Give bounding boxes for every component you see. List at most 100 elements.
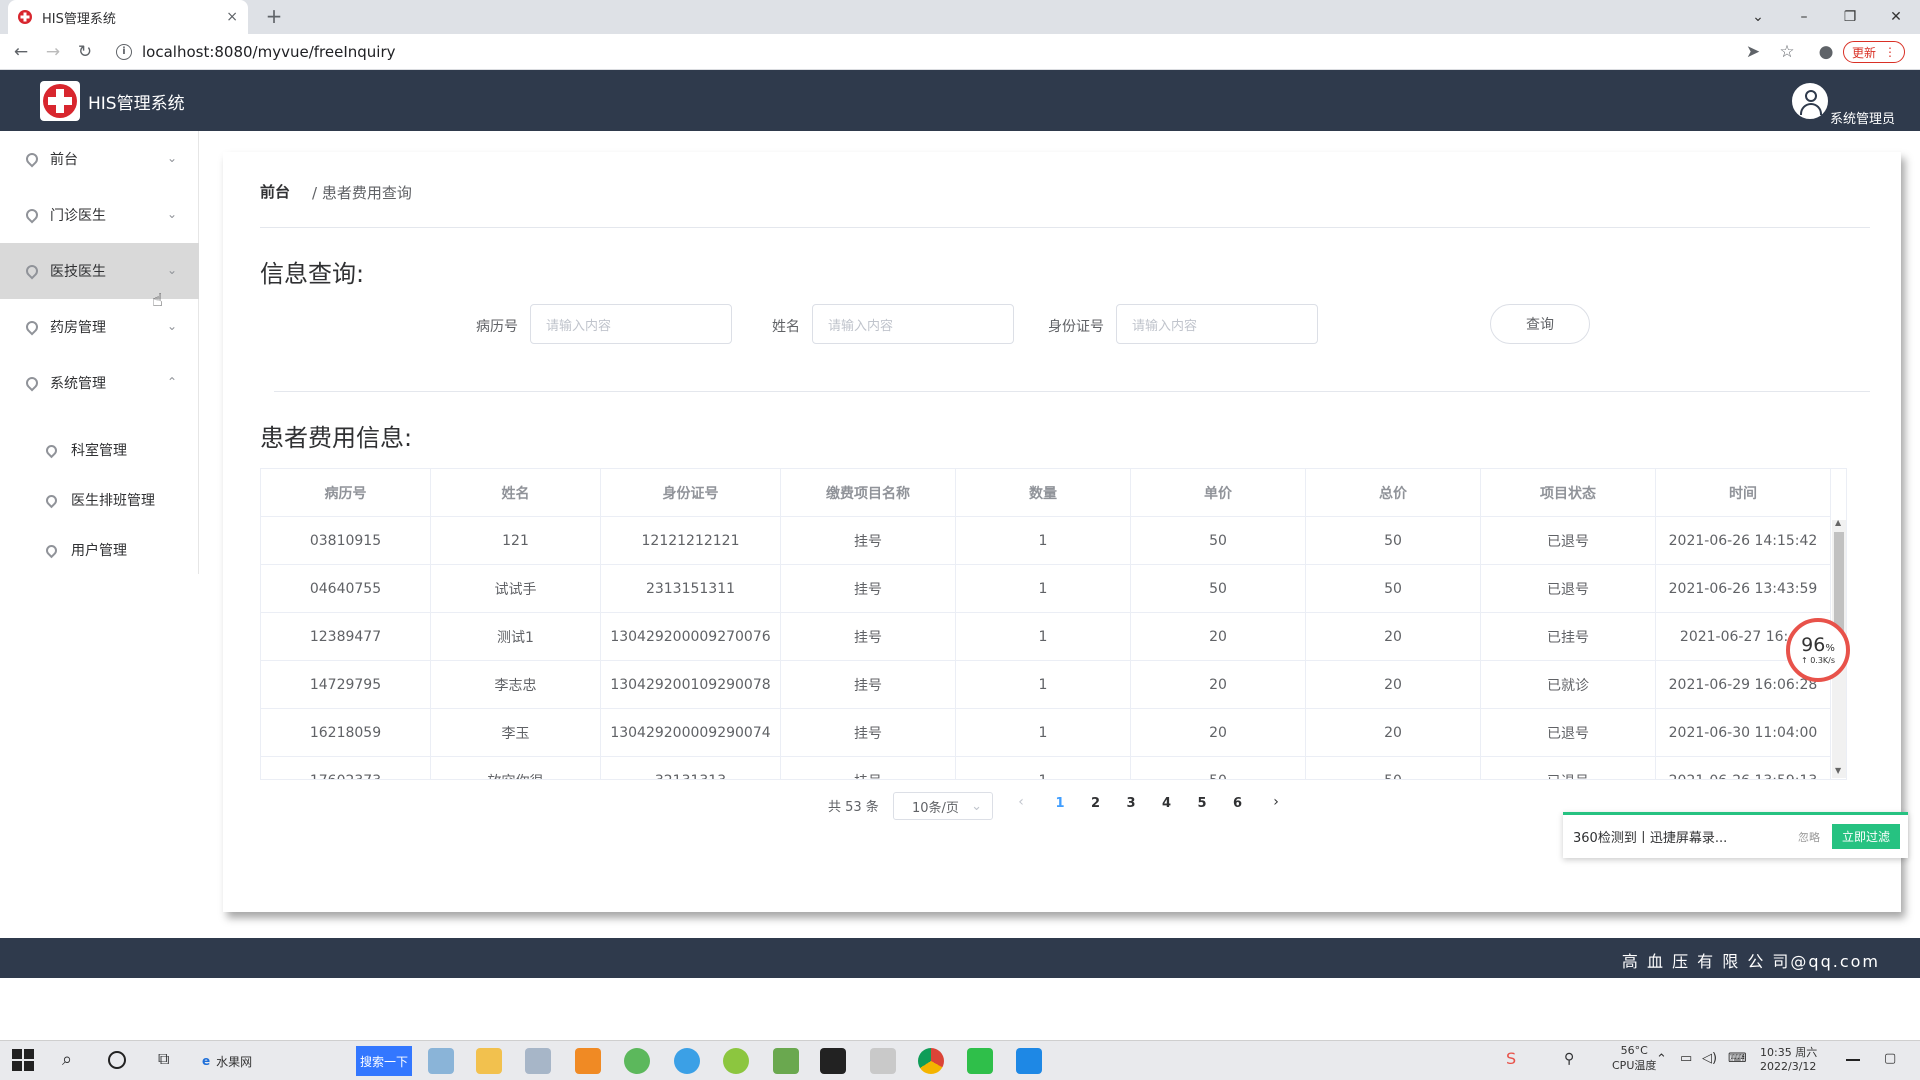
- id-card-input[interactable]: 请输入内容: [1116, 304, 1318, 344]
- table-row[interactable]: 03810915 121 12121212121 挂号 1 50 50 已退号 2021-06-…: [261, 517, 1831, 565]
- search-icon[interactable]: ⌕: [62, 1049, 72, 1070]
- search-button[interactable]: 搜索一下: [356, 1046, 412, 1076]
- column-header[interactable]: 身份证号: [601, 469, 781, 517]
- menu-frontdesk[interactable]: 前台 ⌄: [0, 131, 199, 187]
- close-window-button[interactable]: ✕: [1884, 6, 1908, 28]
- clock[interactable]: 10:35 周六 2022/3/12: [1760, 1044, 1817, 1073]
- column-header[interactable]: 缴费项目名称: [781, 469, 956, 517]
- scroll-up-icon[interactable]: ▲: [1835, 518, 1841, 527]
- table-cell: 130429200009290074: [601, 709, 781, 757]
- back-icon[interactable]: ←: [10, 42, 32, 64]
- table-cell: 50: [1306, 757, 1481, 779]
- show-desktop-icon[interactable]: [1846, 1059, 1860, 1061]
- record-no-label: 病历号: [476, 319, 518, 335]
- table-row[interactable]: 17602373放空你很32131313挂号15050已退号2021-06-26…: [261, 757, 1831, 779]
- cpu-temp: 56°C CPU温度: [1612, 1044, 1656, 1073]
- chrome-icon[interactable]: [918, 1048, 944, 1074]
- breadcrumb-root[interactable]: 前台: [260, 181, 290, 202]
- table-cell: 已退号: [1481, 517, 1656, 565]
- submenu-user[interactable]: 用户管理: [0, 525, 199, 575]
- photos-icon[interactable]: [525, 1048, 551, 1074]
- maximize-button[interactable]: ❐: [1838, 6, 1862, 28]
- prev-page-icon[interactable]: ‹: [1011, 794, 1031, 810]
- toast-ignore-link[interactable]: 忽略: [1798, 829, 1820, 845]
- menu-pharmacy[interactable]: 药房管理 ⌄: [0, 299, 199, 355]
- column-header[interactable]: 病历号: [261, 469, 431, 517]
- app-icon[interactable]: [723, 1048, 749, 1074]
- table-header-row: 病历号 姓名 身份证号 缴费项目名称 数量 单价 总价 项目状态 时间: [261, 469, 1831, 517]
- menu-medtech-doctor[interactable]: 医技医生 ⌄: [0, 243, 199, 299]
- forward-icon[interactable]: →: [42, 42, 64, 64]
- menu-system-management[interactable]: 系统管理 ⌃: [0, 355, 199, 411]
- recorder-icon[interactable]: [1016, 1048, 1042, 1074]
- page-number[interactable]: 3: [1121, 796, 1141, 811]
- app-icon[interactable]: [428, 1048, 454, 1074]
- ie-search-box[interactable]: e 水果网: [196, 1046, 348, 1076]
- windows-start-icon[interactable]: [12, 1049, 34, 1071]
- tray-chevron-icon[interactable]: ⌃: [1656, 1052, 1667, 1067]
- record-no-input[interactable]: 请输入内容: [530, 304, 732, 344]
- submenu-label: 用户管理: [71, 543, 127, 559]
- column-header[interactable]: 单价: [1131, 469, 1306, 517]
- column-header[interactable]: 项目状态: [1481, 469, 1656, 517]
- app-icon[interactable]: [870, 1048, 896, 1074]
- name-input[interactable]: 请输入内容: [812, 304, 1014, 344]
- menu-outpatient-doctor[interactable]: 门诊医生 ⌄: [0, 187, 199, 243]
- send-icon[interactable]: ➤: [1742, 42, 1764, 64]
- reload-icon[interactable]: ↻: [74, 42, 96, 64]
- app-icon[interactable]: [674, 1048, 700, 1074]
- notification-icon[interactable]: ▢: [1884, 1051, 1896, 1066]
- volume-icon[interactable]: ◁): [1702, 1051, 1717, 1066]
- site-info-icon[interactable]: i: [116, 44, 132, 60]
- scroll-down-icon[interactable]: ▼: [1835, 766, 1841, 775]
- column-header[interactable]: 总价: [1306, 469, 1481, 517]
- user-avatar-icon[interactable]: [1792, 83, 1828, 119]
- name-label: 姓名: [772, 319, 800, 335]
- next-page-icon[interactable]: ›: [1266, 794, 1286, 810]
- url-bar[interactable]: i localhost:8080/myvue/freeInquiry: [110, 39, 1740, 65]
- menu-label: 门诊医生: [50, 208, 106, 224]
- address-bar-row: ← → ↻ i localhost:8080/myvue/freeInquiry…: [0, 34, 1920, 70]
- terminal-icon[interactable]: [820, 1048, 846, 1074]
- submenu-department[interactable]: 科室管理: [0, 425, 199, 475]
- app-icon[interactable]: [575, 1048, 601, 1074]
- minimize-button[interactable]: –: [1792, 6, 1816, 28]
- network-icon[interactable]: ▭: [1680, 1051, 1692, 1066]
- hbuilder-icon[interactable]: [967, 1048, 993, 1074]
- new-tab-button[interactable]: +: [262, 5, 286, 29]
- keyboard-icon[interactable]: ⌨: [1728, 1051, 1747, 1066]
- page-size-select[interactable]: 10条/页 ⌄: [893, 792, 993, 820]
- bookmark-star-icon[interactable]: ☆: [1776, 42, 1798, 64]
- column-header[interactable]: 数量: [956, 469, 1131, 517]
- page-number[interactable]: 1: [1050, 796, 1070, 811]
- task-view-icon[interactable]: ⧉: [158, 1049, 169, 1069]
- person-icon[interactable]: ⚲: [1564, 1051, 1574, 1067]
- ime-icon[interactable]: S: [1506, 1049, 1516, 1068]
- profile-icon[interactable]: ●: [1815, 42, 1837, 64]
- page-number[interactable]: 5: [1192, 796, 1212, 811]
- table-row[interactable]: 12389477 测试1 130429200009270076 挂号 1 20 20 已挂号 2…: [261, 613, 1831, 661]
- user-name[interactable]: 系统管理员: [1830, 108, 1895, 127]
- page-number[interactable]: 4: [1157, 796, 1177, 811]
- table-cell: 2021-06-26 13:43:59: [1656, 565, 1831, 613]
- page-number[interactable]: 6: [1228, 796, 1248, 811]
- submenu-doctor-schedule[interactable]: 医生排班管理: [0, 475, 199, 525]
- query-button[interactable]: 查询: [1490, 304, 1590, 344]
- toast-action-button[interactable]: 立即过滤: [1831, 824, 1900, 849]
- tab-search-icon[interactable]: ⌄: [1746, 6, 1770, 28]
- cortana-icon[interactable]: [108, 1051, 126, 1069]
- table-row[interactable]: 16218059 李玉 130429200009290074 挂号 1 20 20 已退号 20…: [261, 709, 1831, 757]
- table-row[interactable]: 04640755 试试手 2313151311 挂号 1 50 50 已退号 2021-06-2…: [261, 565, 1831, 613]
- notepad-icon[interactable]: [773, 1048, 799, 1074]
- app-icon[interactable]: [624, 1048, 650, 1074]
- cpu-temp-value: 56°C: [1620, 1044, 1648, 1057]
- update-button[interactable]: 更新 ⋮: [1843, 41, 1905, 63]
- folder-icon[interactable]: [476, 1048, 502, 1074]
- network-speed-widget[interactable]: 96% ↑ 0.3K/s: [1786, 618, 1850, 682]
- browser-tab[interactable]: HIS管理系统 ×: [8, 0, 248, 34]
- column-header[interactable]: 姓名: [431, 469, 601, 517]
- column-header[interactable]: 时间: [1656, 469, 1831, 517]
- page-number[interactable]: 2: [1086, 796, 1106, 811]
- tab-close-icon[interactable]: ×: [226, 9, 238, 25]
- table-row[interactable]: 14729795 李志忠 130429200109290078 挂号 1 20 20 已就诊 2…: [261, 661, 1831, 709]
